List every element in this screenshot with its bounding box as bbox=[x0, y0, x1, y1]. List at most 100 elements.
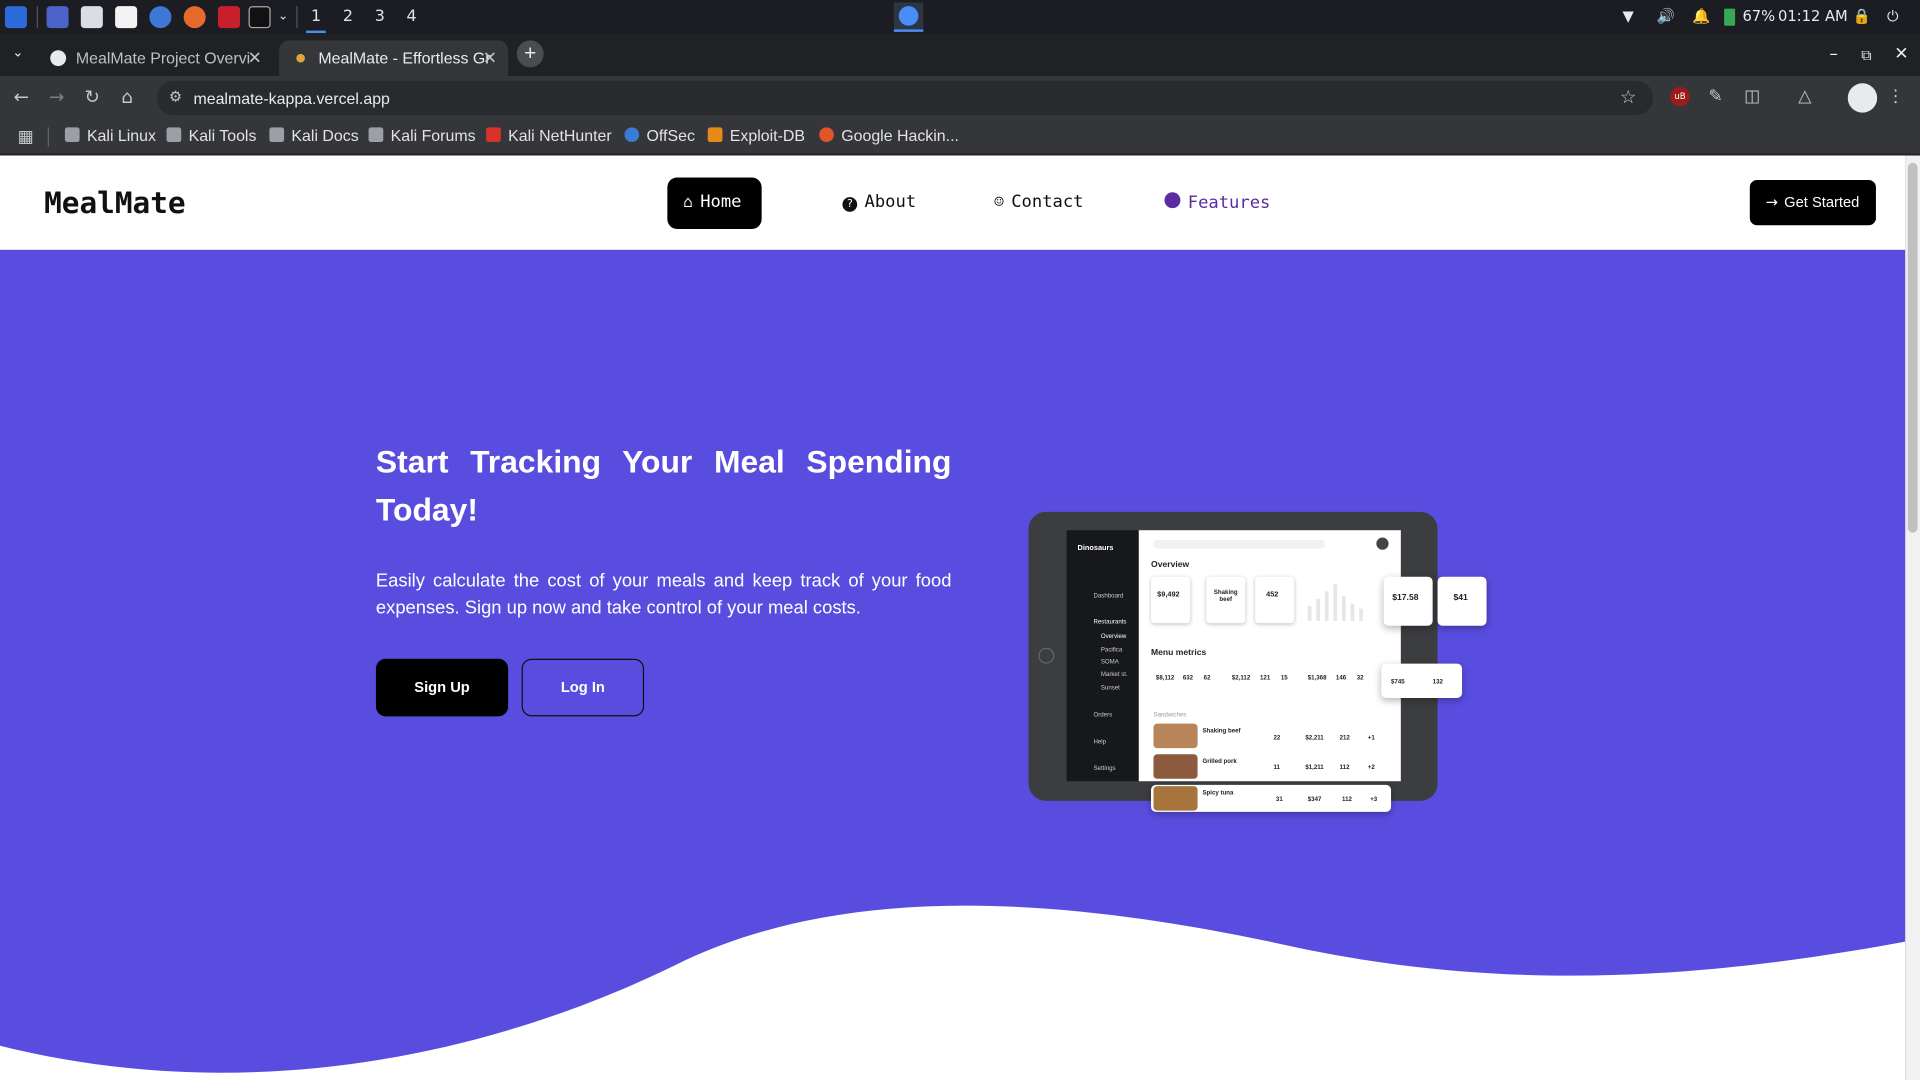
mockup-float-row: Spicy tuna 31 $347 112 +3 bbox=[1151, 784, 1392, 812]
file-manager-icon[interactable] bbox=[80, 6, 103, 29]
float-metric-value: 132 bbox=[1432, 678, 1443, 686]
mockup-row-name: Spicy tuna bbox=[1202, 789, 1234, 798]
lock-icon[interactable]: 🔒 bbox=[1853, 7, 1871, 24]
volume-icon[interactable]: 🔊 bbox=[1657, 7, 1675, 24]
new-tab-button[interactable]: + bbox=[516, 40, 544, 68]
mockup-row-value: 112 bbox=[1339, 764, 1350, 772]
ublock-extension-icon[interactable]: uB bbox=[1670, 86, 1690, 107]
terminal-dropdown-icon[interactable]: ⌄ bbox=[278, 10, 288, 23]
workspace-4[interactable]: 4 bbox=[407, 7, 417, 25]
mockup-row-value: 31 bbox=[1275, 795, 1283, 804]
tab-search-icon[interactable]: ⌄ bbox=[12, 44, 23, 60]
apps-grid-icon[interactable]: ▦ bbox=[16, 127, 36, 147]
float-kpi-value: $17.58 bbox=[1392, 593, 1419, 603]
close-tab-icon[interactable]: ✕ bbox=[483, 48, 497, 69]
tab-title: MealMate Project Overvi bbox=[75, 48, 251, 68]
firefox-icon[interactable] bbox=[183, 6, 206, 29]
url-text[interactable]: mealmate-kappa.vercel.app bbox=[193, 89, 389, 107]
get-started-button[interactable]: → Get Started bbox=[1749, 180, 1876, 226]
text-editor-icon[interactable] bbox=[115, 6, 138, 29]
power-icon[interactable]: ⏻ bbox=[1887, 7, 1899, 25]
sign-up-button[interactable]: Sign Up bbox=[375, 658, 509, 717]
google-hacking-icon bbox=[819, 127, 834, 143]
hero-wave-divider bbox=[0, 905, 1906, 1080]
os-taskbar: ⌄ 1 2 3 4 ▼ 🔊 🔔 67% 01:12 AM 🔒 ⏻ bbox=[0, 0, 1920, 35]
back-icon[interactable]: ← bbox=[13, 86, 28, 108]
wifi-icon[interactable]: ▼ bbox=[1622, 7, 1633, 24]
bookmark-offsec[interactable]: OffSec bbox=[624, 126, 695, 144]
chromium-icon[interactable] bbox=[149, 6, 172, 29]
bookmark-label: Kali Forums bbox=[390, 126, 476, 145]
menu-kebab-icon[interactable]: ⋮ bbox=[1886, 87, 1906, 107]
mockup-brand: Dinosaurs bbox=[1077, 544, 1114, 553]
close-tab-icon[interactable]: ✕ bbox=[248, 48, 262, 69]
mockup-dish-image bbox=[1153, 723, 1198, 749]
close-window-icon[interactable]: ✕ bbox=[1894, 44, 1908, 64]
exploit-db-icon bbox=[707, 127, 723, 143]
reload-icon[interactable]: ↻ bbox=[84, 86, 99, 108]
bookmark-exploit-db[interactable]: Exploit-DB bbox=[707, 126, 805, 144]
bookmark-kali-tools[interactable]: Kali Tools bbox=[166, 126, 256, 144]
kali-menu-icon[interactable] bbox=[4, 6, 27, 29]
workspace-1[interactable]: 1 bbox=[305, 7, 327, 34]
mockup-search-bar bbox=[1153, 540, 1325, 549]
mockup-overview-title: Overview bbox=[1151, 560, 1190, 570]
clock[interactable]: 01:12 AM bbox=[1778, 7, 1848, 24]
mockup-row-value: +2 bbox=[1367, 764, 1375, 772]
site-info-icon[interactable]: ⚙ bbox=[169, 88, 182, 105]
page-viewport: MealMate ⌂ Home ? About ☺ Contact Features … bbox=[0, 155, 1906, 1080]
address-bar[interactable]: ⚙ mealmate-kappa.vercel.app ☆ bbox=[156, 80, 1654, 116]
divider bbox=[296, 6, 298, 29]
mockup-menu-metrics-title: Menu metrics bbox=[1151, 648, 1207, 658]
log-in-button[interactable]: Log In bbox=[521, 658, 645, 717]
mockup-menu-item: Market st. bbox=[1100, 671, 1128, 679]
mockup-metric: 121 bbox=[1260, 674, 1271, 683]
forward-icon[interactable]: → bbox=[49, 86, 64, 108]
labs-flask-icon[interactable]: △ bbox=[1795, 87, 1815, 107]
tab-mealmate[interactable]: MealMate - Effortless Gr ✕ bbox=[279, 40, 509, 76]
terminal-icon[interactable] bbox=[248, 6, 271, 29]
bookmark-kali-linux[interactable]: Kali Linux bbox=[64, 126, 156, 145]
battery-icon[interactable] bbox=[1724, 8, 1736, 26]
minimize-icon[interactable]: – bbox=[1829, 44, 1838, 64]
bookmark-label: Kali Linux bbox=[86, 126, 156, 145]
page-scrollbar[interactable] bbox=[1905, 155, 1920, 1080]
bookmark-google-hacking[interactable]: Google Hackin... bbox=[819, 126, 959, 144]
nav-features[interactable]: Features bbox=[1149, 178, 1287, 229]
site-navbar: MealMate ⌂ Home ? About ☺ Contact Features … bbox=[0, 155, 1906, 250]
pen-extension-icon[interactable]: ✎ bbox=[1706, 87, 1726, 107]
notifications-icon[interactable]: 🔔 bbox=[1692, 7, 1710, 24]
desktop-icon[interactable] bbox=[46, 6, 69, 29]
workspace-3[interactable]: 3 bbox=[375, 7, 385, 25]
bookmark-star-icon[interactable]: ☆ bbox=[1620, 86, 1636, 108]
profile-avatar[interactable] bbox=[1847, 83, 1878, 113]
nethunter-icon bbox=[486, 127, 501, 143]
bookmark-label: Google Hackin... bbox=[841, 126, 959, 145]
mockup-metric: $1,368 bbox=[1307, 674, 1327, 683]
nav-contact[interactable]: ☺ Contact bbox=[978, 178, 1099, 229]
get-started-label: Get Started bbox=[1784, 193, 1860, 211]
site-logo[interactable]: MealMate bbox=[44, 186, 186, 220]
divider bbox=[36, 6, 38, 29]
hero-section: Start Tracking Your Meal Spending Today!… bbox=[0, 249, 1906, 1080]
hero-subtitle: Easily calculate the cost of your meals … bbox=[375, 570, 952, 619]
nav-about[interactable]: ? About bbox=[827, 178, 932, 229]
extensions-icon[interactable]: ◫ bbox=[1742, 87, 1762, 107]
restore-icon[interactable]: ⧉ bbox=[1861, 47, 1872, 65]
app-red-icon[interactable] bbox=[217, 6, 241, 29]
mockup-metric: 146 bbox=[1335, 674, 1347, 683]
mockup-menu-item: Help bbox=[1093, 738, 1107, 746]
mockup-main: Overview $9,492 Shaking beef 452 Menu me… bbox=[1138, 530, 1401, 782]
bookmark-kali-forums[interactable]: Kali Forums bbox=[368, 126, 476, 145]
bookmarks-bar: ▦ Kali Linux Kali Tools Kali Docs Kali F… bbox=[0, 120, 1920, 155]
nav-home[interactable]: ⌂ Home bbox=[667, 177, 762, 229]
float-metric-value: $745 bbox=[1391, 678, 1405, 686]
tab-project-overview[interactable]: MealMate Project Overvi ✕ bbox=[37, 40, 273, 76]
scrollbar-thumb[interactable] bbox=[1907, 162, 1918, 533]
workspace-2[interactable]: 2 bbox=[343, 7, 353, 25]
active-window-chromium-icon[interactable] bbox=[893, 2, 924, 32]
bookmark-kali-nethunter[interactable]: Kali NetHunter bbox=[486, 126, 612, 144]
home-icon[interactable]: ⌂ bbox=[121, 86, 133, 108]
nav-label: About bbox=[864, 192, 917, 212]
bookmark-kali-docs[interactable]: Kali Docs bbox=[269, 126, 359, 144]
